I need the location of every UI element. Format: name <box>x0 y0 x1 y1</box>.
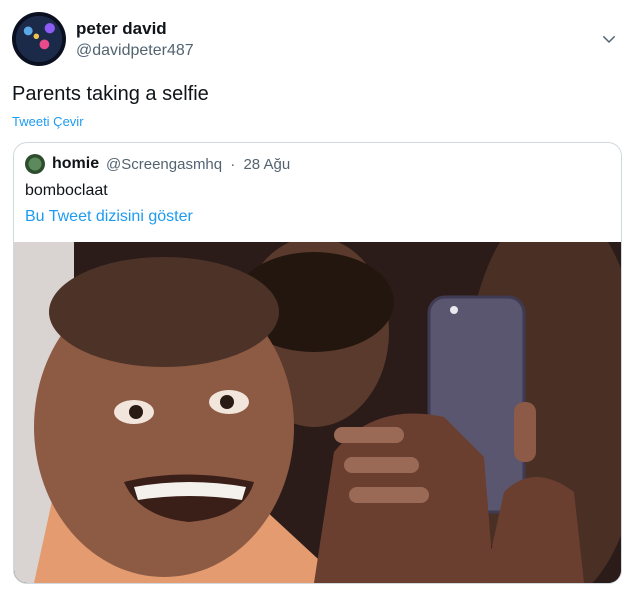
quoted-author-handle[interactable]: @Screengasmhq <box>106 156 222 173</box>
quoted-tweet-date[interactable]: 28 Ağu <box>243 156 290 173</box>
tweet-header: peter david @davidpeter487 <box>12 12 622 68</box>
quoted-tweet[interactable]: homie @Screengasmhq · 28 Ağu bomboclaat … <box>13 142 622 584</box>
author-name[interactable]: peter david <box>76 19 167 39</box>
photo-illustration <box>14 242 621 583</box>
quoted-tweet-photo[interactable] <box>14 242 621 583</box>
quoted-author-meta[interactable]: @Screengasmhq · 28 Ağu <box>106 156 290 173</box>
show-thread-link[interactable]: Bu Tweet dizisini göster <box>25 208 193 226</box>
quoted-author-avatar[interactable] <box>25 154 45 174</box>
tweet-card: peter david @davidpeter487 Parents takin… <box>0 0 635 592</box>
chevron-down-icon[interactable] <box>600 30 618 48</box>
quoted-author-name[interactable]: homie <box>52 155 99 173</box>
author-handle[interactable]: @davidpeter487 <box>76 42 194 60</box>
meta-separator: · <box>230 156 236 173</box>
translate-link[interactable]: Tweeti Çevir <box>12 114 84 129</box>
author-avatar[interactable] <box>12 12 66 66</box>
tweet-text: Parents taking a selfie <box>12 83 209 105</box>
quoted-tweet-text: bomboclaat <box>25 182 108 199</box>
